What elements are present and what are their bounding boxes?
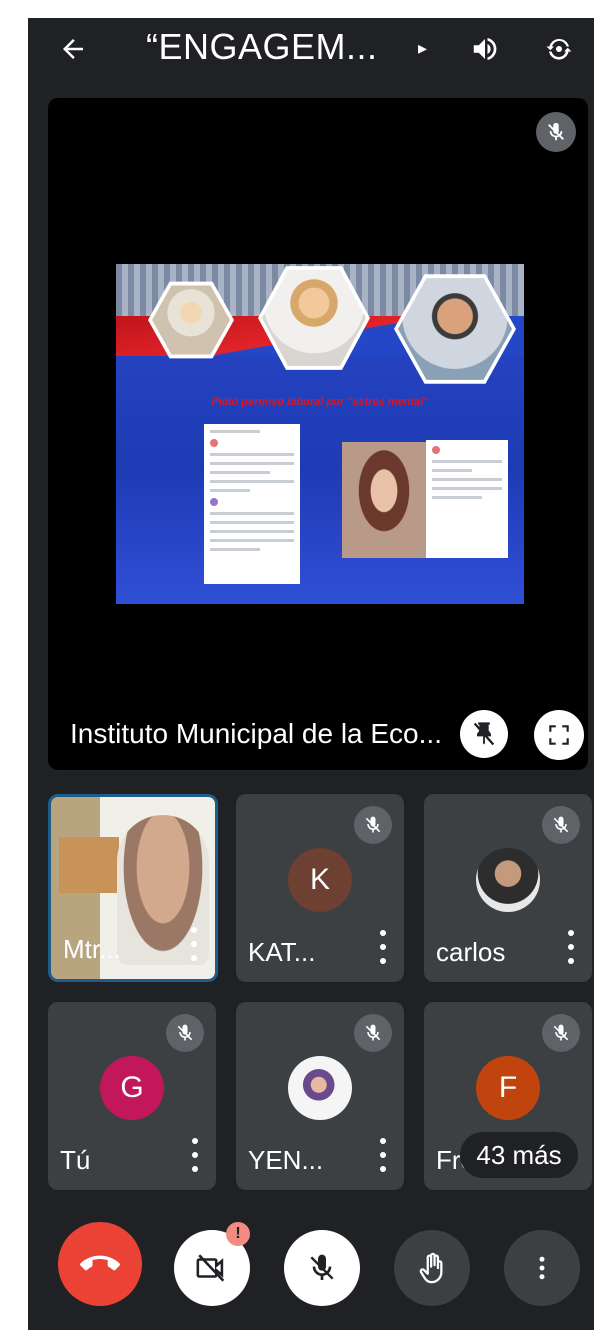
end-call-button[interactable] (58, 1222, 142, 1306)
slide-document-left (204, 424, 300, 584)
more-options-button[interactable] (504, 1230, 580, 1306)
participant-more-button[interactable] (376, 1138, 390, 1172)
speaker-icon (473, 38, 497, 60)
mic-off-icon (553, 816, 569, 833)
mic-off-icon (365, 816, 381, 833)
meet-window: “ENGAGEM... ▸ Pidió permiso laboral por … (28, 18, 594, 1330)
speaker-button[interactable] (464, 28, 506, 70)
camera-off-icon (196, 1254, 225, 1282)
meeting-title[interactable]: “ENGAGEM... (146, 26, 378, 68)
slide-heading: Pidió permiso laboral por "estrés mental… (211, 396, 429, 408)
participant-tile-carlos[interactable]: carlos (424, 794, 592, 982)
participant-name: YEN... (248, 1145, 324, 1175)
participant-name: Mtr... (63, 934, 121, 964)
camera-alert-badge: ! (226, 1222, 250, 1246)
mic-off-badge (536, 112, 576, 152)
mic-off-badge (354, 806, 392, 844)
mic-off-icon (548, 122, 564, 141)
presenter-name: Instituto Municipal de la Eco... (70, 718, 442, 749)
mic-off-badge (166, 1014, 204, 1052)
switch-camera-icon (546, 38, 572, 60)
participant-name: KAT... (248, 937, 316, 967)
mic-off-icon (553, 1024, 569, 1041)
shared-slide: Pidió permiso laboral por "estrés mental… (116, 264, 524, 604)
mic-off-badge (542, 1014, 580, 1052)
participant-tile-kat[interactable]: K KAT... (236, 794, 404, 982)
participant-avatar: F (476, 1056, 540, 1120)
participant-name: Tú (60, 1145, 91, 1175)
participant-more-button[interactable] (376, 930, 390, 964)
raise-hand-button[interactable] (394, 1230, 470, 1306)
participant-name: carlos (436, 937, 506, 967)
fullscreen-icon (549, 725, 569, 745)
arrow-left-icon (63, 39, 83, 59)
fullscreen-button[interactable] (534, 710, 584, 760)
participant-more-button[interactable] (188, 1138, 202, 1172)
participant-avatar: K (288, 848, 352, 912)
more-participants-pill[interactable]: 43 más (460, 1132, 578, 1178)
mic-off-badge (354, 1014, 392, 1052)
participant-tile-mtr[interactable]: Mtr... (48, 794, 218, 982)
participant-more-button[interactable] (187, 927, 201, 961)
back-button[interactable] (52, 28, 94, 70)
phone-hangup-icon (80, 1255, 120, 1271)
slide-document-right (426, 440, 508, 558)
microphone-toggle-button[interactable] (284, 1230, 360, 1306)
mic-off-icon (365, 1024, 381, 1041)
chevron-right-icon[interactable]: ▸ (418, 38, 427, 59)
video-background (59, 837, 119, 893)
unpin-button[interactable] (460, 710, 508, 758)
participant-more-button[interactable] (564, 930, 578, 964)
participant-photo (288, 1056, 352, 1120)
switch-camera-button[interactable] (538, 28, 580, 70)
more-vertical-icon (539, 1256, 545, 1280)
participant-tile-self[interactable]: G Tú (48, 1002, 216, 1190)
hand-icon (419, 1252, 443, 1284)
top-bar: “ENGAGEM... ▸ (28, 18, 594, 80)
mic-off-badge (542, 806, 580, 844)
presentation-tile[interactable]: Pidió permiso laboral por "estrés mental… (48, 98, 588, 770)
mic-off-icon (177, 1024, 193, 1041)
slide-photo-woman (342, 442, 426, 558)
unpin-icon (473, 722, 495, 746)
participant-tile-yen[interactable]: YEN... (236, 1002, 404, 1190)
mic-off-icon (310, 1254, 334, 1280)
participant-photo (476, 848, 540, 912)
participant-avatar: G (100, 1056, 164, 1120)
